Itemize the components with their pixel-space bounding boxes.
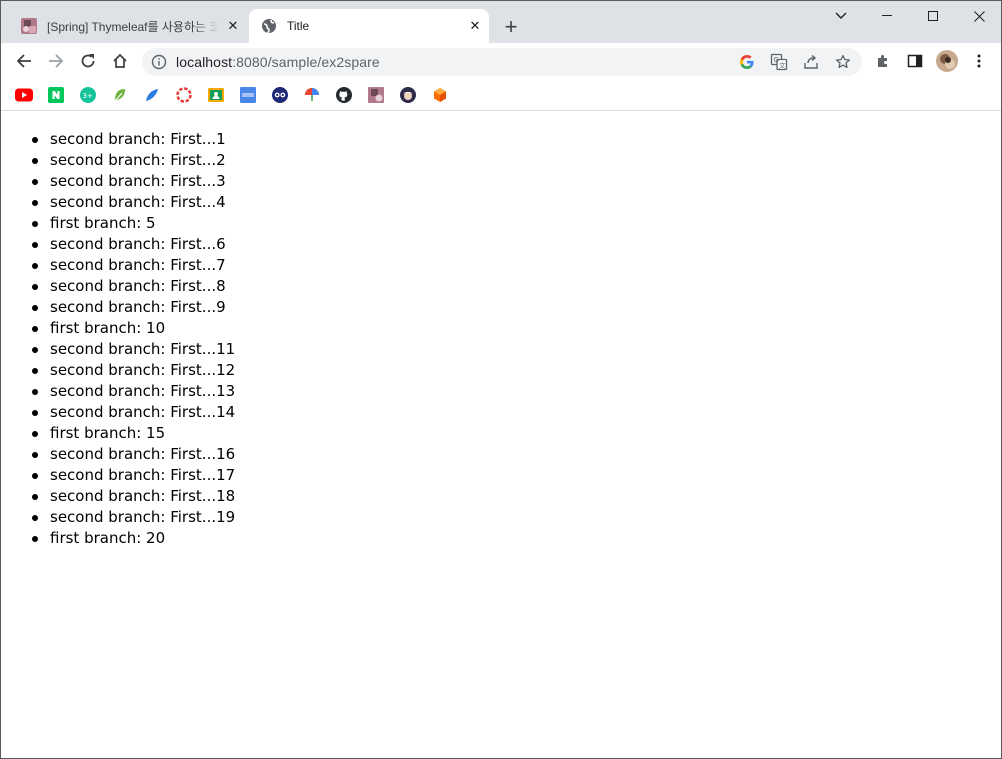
- svg-text:文: 文: [779, 61, 786, 70]
- list-item: second branch: First...2: [10, 150, 235, 171]
- url-path: :8080/sample/ex2spare: [232, 54, 380, 70]
- profile-avatar[interactable]: [933, 47, 961, 75]
- youtube-icon[interactable]: [15, 86, 33, 104]
- list-item: second branch: First...13: [10, 381, 235, 402]
- tab-spring-thymeleaf[interactable]: [Spring] Thymeleaf를 사용하는 코드 ✕: [9, 9, 247, 43]
- reload-button[interactable]: [72, 45, 104, 77]
- share-icon[interactable]: [802, 53, 820, 71]
- tab-title: [Spring] Thymeleaf를 사용하는 코드: [47, 19, 219, 34]
- owl-icon[interactable]: [271, 86, 289, 104]
- page-content: second branch: First...1 second branch: …: [1, 112, 1001, 758]
- tab-title: Title: [287, 19, 310, 33]
- tab-title-active[interactable]: Title ✕: [249, 9, 489, 43]
- address-bar[interactable]: localhost:8080/sample/ex2spare G文: [142, 48, 862, 76]
- list-item: second branch: First...3: [10, 171, 235, 192]
- site-info-icon[interactable]: [151, 54, 167, 70]
- profile-icon[interactable]: [367, 86, 385, 104]
- profile-image-favicon-icon: [21, 18, 37, 34]
- browser-window: [Spring] Thymeleaf를 사용하는 코드 ✕ Title ✕ +: [0, 0, 1002, 759]
- leaf-icon[interactable]: [111, 86, 129, 104]
- feather-icon[interactable]: [143, 86, 161, 104]
- list-item: second branch: First...11: [10, 339, 235, 360]
- list-item: second branch: First...9: [10, 297, 235, 318]
- menu-kebab-icon[interactable]: [965, 47, 993, 75]
- list-item: second branch: First...7: [10, 255, 235, 276]
- list-item: second branch: First...19: [10, 507, 235, 528]
- list-item: second branch: First...17: [10, 465, 235, 486]
- new-tab-button[interactable]: +: [497, 13, 525, 41]
- minimize-button[interactable]: [864, 1, 910, 31]
- list-item: second branch: First...14: [10, 402, 235, 423]
- globe-icon: [261, 18, 277, 34]
- home-button[interactable]: [104, 45, 136, 77]
- google-icon[interactable]: [738, 53, 756, 71]
- tab-search-chevron-icon[interactable]: [818, 1, 864, 31]
- branch-list: second branch: First...1 second branch: …: [10, 129, 235, 549]
- list-item: second branch: First...16: [10, 444, 235, 465]
- bookmark-star-icon[interactable]: [834, 53, 852, 71]
- tab-strip: [Spring] Thymeleaf를 사용하는 코드 ✕ Title ✕ +: [1, 1, 1001, 43]
- umbrella-icon[interactable]: [303, 86, 321, 104]
- naver-icon[interactable]: [47, 86, 65, 104]
- bookmarks-bar: 3+: [1, 79, 1001, 111]
- url-text: localhost:8080/sample/ex2spare: [176, 54, 380, 70]
- close-window-button[interactable]: [956, 1, 1001, 31]
- board-icon[interactable]: [239, 86, 257, 104]
- svg-text:3+: 3+: [83, 92, 93, 100]
- list-item: second branch: First...6: [10, 234, 235, 255]
- tab-close-icon[interactable]: ✕: [461, 12, 489, 40]
- character-icon[interactable]: [399, 86, 417, 104]
- classroom-icon[interactable]: [207, 86, 225, 104]
- lifebuoy-icon[interactable]: [175, 86, 193, 104]
- list-item: second branch: First...1: [10, 129, 235, 150]
- github-icon[interactable]: [335, 86, 353, 104]
- list-item: second branch: First...12: [10, 360, 235, 381]
- list-item: first branch: 15: [10, 423, 235, 444]
- list-item: first branch: 20: [10, 528, 235, 549]
- translate-icon[interactable]: G文: [770, 53, 788, 71]
- side-panel-icon[interactable]: [901, 47, 929, 75]
- list-item: second branch: First...4: [10, 192, 235, 213]
- maximize-button[interactable]: [910, 1, 956, 31]
- list-item: first branch: 10: [10, 318, 235, 339]
- tab-close-icon[interactable]: ✕: [219, 12, 247, 40]
- list-item: second branch: First...18: [10, 486, 235, 507]
- back-button[interactable]: [8, 45, 40, 77]
- grammarly-icon[interactable]: 3+: [79, 86, 97, 104]
- cube-icon[interactable]: [431, 86, 449, 104]
- list-item: first branch: 5: [10, 213, 235, 234]
- forward-button[interactable]: [40, 45, 72, 77]
- browser-toolbar: localhost:8080/sample/ex2spare G文: [1, 43, 1001, 79]
- extensions-puzzle-icon[interactable]: [869, 47, 897, 75]
- list-item: second branch: First...8: [10, 276, 235, 297]
- url-host: localhost: [176, 54, 233, 70]
